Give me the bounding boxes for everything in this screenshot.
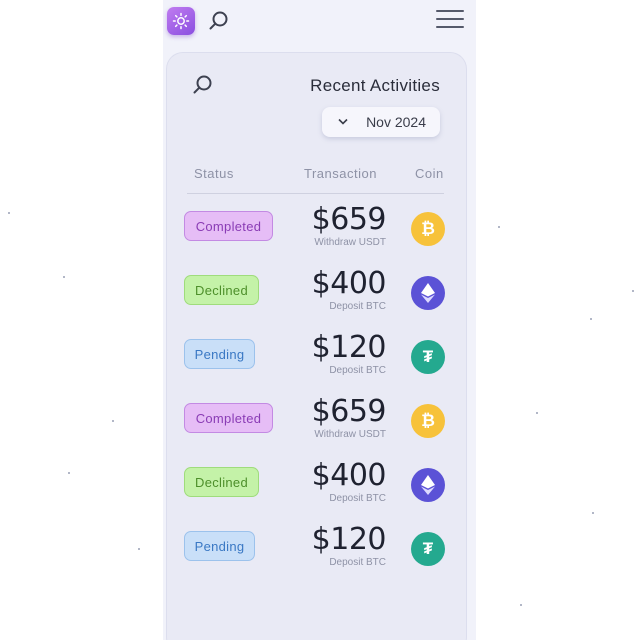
activity-row[interactable]: Completed $659 Withdraw USDT ₿ [167,203,466,255]
transaction-amount: $120 [311,330,387,365]
hamburger-menu-icon[interactable] [436,10,464,32]
top-bar [163,0,476,42]
header-divider [187,193,444,194]
column-header-status: Status [194,166,234,181]
month-filter-value: Nov 2024 [366,114,426,130]
transaction-amount: $120 [311,522,387,557]
status-badge: Declined [184,275,259,305]
status-badge: Completed [184,211,273,241]
bitcoin-icon: ₿ [411,404,445,438]
transaction-label: Deposit BTC [329,301,386,312]
transaction-amount: $400 [311,266,387,301]
menu-line [436,26,464,28]
chevron-down-icon [338,117,348,127]
tether-icon: ₮ [411,532,445,566]
transaction-label: Withdraw USDT [314,429,386,440]
search-icon[interactable] [191,73,215,97]
search-icon[interactable] [207,9,231,33]
activity-row[interactable]: Declined $400 Deposit BTC [167,459,466,511]
activity-row[interactable]: Declined $400 Deposit BTC [167,267,466,319]
column-header-coin: Coin [415,166,444,181]
mobile-app-screen: Recent Activities Nov 2024 Status Transa… [163,0,476,640]
tether-icon: ₮ [411,340,445,374]
activity-row[interactable]: Pending $120 Deposit BTC ₮ [167,523,466,575]
sun-icon [172,12,190,30]
transaction-label: Deposit BTC [329,557,386,568]
bitcoin-icon: ₿ [411,212,445,246]
status-badge: Pending [184,531,255,561]
transaction-label: Withdraw USDT [314,237,386,248]
status-badge: Pending [184,339,255,369]
transaction-amount: $659 [311,202,387,237]
background-speck [632,290,634,292]
theme-toggle-button[interactable] [167,7,195,35]
background-speck [536,412,538,414]
menu-line [436,10,464,12]
activity-row[interactable]: Completed $659 Withdraw USDT ₿ [167,395,466,447]
section-title: Recent Activities [310,76,440,95]
status-badge: Completed [184,403,273,433]
background-speck [498,226,500,228]
status-badge: Declined [184,467,259,497]
transaction-amount: $659 [311,394,387,429]
ethereum-icon [411,276,445,310]
background-speck [592,512,594,514]
transaction-label: Deposit BTC [329,365,386,376]
ethereum-icon [411,468,445,502]
transaction-label: Deposit BTC [329,493,386,504]
column-header-transaction: Transaction [304,166,377,181]
recent-activities-card: Recent Activities Nov 2024 Status Transa… [167,53,466,640]
background-speck [63,276,65,278]
month-filter-dropdown[interactable]: Nov 2024 [322,107,440,137]
background-speck [112,420,114,422]
background-speck [8,212,10,214]
transaction-amount: $400 [311,458,387,493]
background-speck [138,548,140,550]
background-speck [68,472,70,474]
activity-row[interactable]: Pending $120 Deposit BTC ₮ [167,331,466,383]
background-speck [520,604,522,606]
menu-line [436,18,464,20]
background-speck [590,318,592,320]
